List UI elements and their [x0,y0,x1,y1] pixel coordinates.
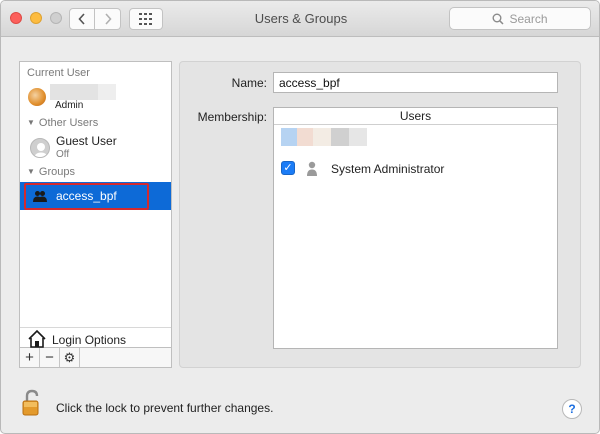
redacted-username [50,84,98,100]
grid-icon [139,13,152,25]
redacted-user-row [313,128,331,146]
guest-user-item[interactable]: Guest User Off [20,134,171,164]
group-name: access_bpf [56,189,117,203]
membership-label: Membership: [197,110,267,124]
sidebar-toolbar: + − ⚙ [19,348,172,368]
member-name: System Administrator [331,162,445,176]
group-name-field[interactable] [273,72,558,93]
groups-header: ▼ Groups [27,166,75,178]
back-button[interactable] [69,8,95,30]
member-row: ✓ System Administrator [274,160,557,178]
close-button[interactable] [10,12,22,24]
login-options-label: Login Options [52,333,127,347]
group-item-access-bpf[interactable]: access_bpf [20,182,171,210]
search-placeholder: Search [509,11,548,26]
current-user-header: Current User [27,67,90,79]
search-icon [492,13,505,25]
redacted-user-row [297,128,313,146]
window-title: Users & Groups [254,11,348,26]
group-icon [33,191,47,202]
group-detail-pane: Name: Membership: Users ✓ System Adminis… [179,61,581,368]
current-user-role: Admin [55,100,84,111]
search-field[interactable]: Search [449,7,591,30]
redacted-user-row [331,128,349,146]
membership-table: Users ✓ System Administrator [273,107,558,349]
other-users-header: ▼ Other Users [27,117,99,129]
house-icon [28,329,46,348]
nav-buttons [69,8,121,30]
redacted-username-tail [98,84,116,100]
action-gear-button[interactable]: ⚙ [60,348,80,367]
guest-user-name: Guest User [56,134,117,148]
users-list: Current User Admin ▼ Other Users Guest Us… [19,61,172,348]
title-bar: Users & Groups Search [1,1,599,37]
member-checkbox[interactable]: ✓ [281,161,295,175]
lock-icon[interactable] [22,389,44,417]
minimize-button[interactable] [30,12,42,24]
name-label: Name: [231,76,267,90]
forward-button[interactable] [95,8,121,30]
current-user-item[interactable]: Admin [20,82,171,112]
zoom-button[interactable] [50,12,62,24]
avatar [28,88,46,106]
chevron-right-icon [104,13,112,25]
person-icon [307,161,317,176]
disclosure-triangle-icon[interactable]: ▼ [27,167,35,176]
guest-avatar-icon [30,138,50,158]
help-button[interactable]: ? [562,399,582,419]
disclosure-triangle-icon[interactable]: ▼ [27,118,35,127]
users-column-header[interactable]: Users [274,108,557,125]
add-button[interactable]: + [20,348,40,367]
gear-icon: ⚙ [63,349,76,365]
users-groups-window: Users & Groups Search Current User Admin… [0,0,600,434]
chevron-left-icon [78,13,85,25]
redacted-user-row [281,128,297,146]
redacted-user-row [349,128,367,146]
show-all-button[interactable] [129,8,163,30]
guest-user-status: Off [56,149,70,160]
remove-button[interactable]: − [40,348,60,367]
lock-message: Click the lock to prevent further change… [56,401,274,415]
